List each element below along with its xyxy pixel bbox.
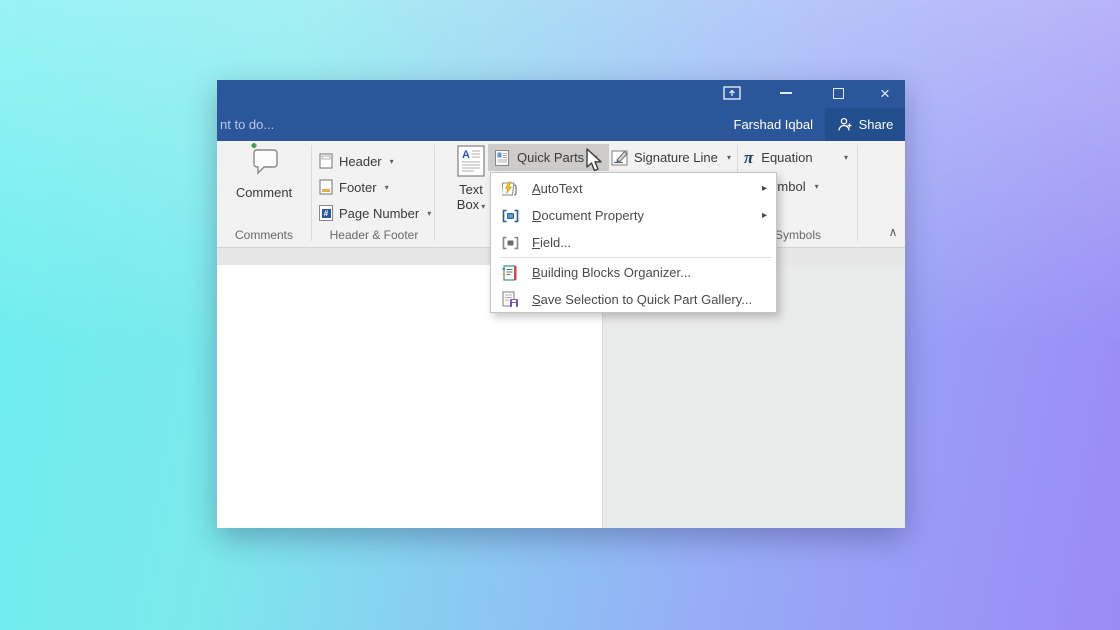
signature-line-button[interactable]: Signature Line ▾ <box>611 144 735 171</box>
menu-item-field[interactable]: Field... <box>491 229 776 256</box>
page-number-button[interactable]: # Page Number ▾ <box>319 201 431 225</box>
menu-label: Building Blocks Organizer... <box>532 265 691 280</box>
ribbon-display-options-icon <box>723 86 741 100</box>
comment-button[interactable]: Comment <box>225 143 303 200</box>
menu-label: Save Selection to Quick Part Gallery... <box>532 292 752 307</box>
menu-item-autotext[interactable]: AutoText ▸ <box>491 175 776 202</box>
document-property-icon <box>499 209 521 223</box>
building-blocks-organizer-icon <box>499 265 521 281</box>
footer-button[interactable]: Footer ▾ <box>319 175 389 199</box>
pi-icon: π <box>744 148 753 168</box>
page-number-label: Page Number <box>339 206 419 221</box>
save-to-gallery-icon <box>499 291 521 308</box>
footer-label: Footer <box>339 180 377 195</box>
menu-item-building-blocks-organizer[interactable]: Building Blocks Organizer... <box>491 259 776 286</box>
titlebar-second-row: nt to do... Farshad Iqbal Share <box>217 108 905 141</box>
chevron-down-icon: ▾ <box>481 202 485 211</box>
header-footer-group-label: Header & Footer <box>313 228 435 242</box>
menu-label: AutoText <box>532 181 583 196</box>
minimize-icon <box>780 92 792 94</box>
header-icon <box>319 153 333 169</box>
window-controls: × <box>704 80 905 106</box>
close-icon: × <box>880 85 890 102</box>
chevron-down-icon: ▾ <box>390 157 394 166</box>
page-number-icon: # <box>319 205 333 221</box>
ribbon-display-options-button[interactable] <box>704 80 760 106</box>
tell-me-search-input[interactable]: nt to do... <box>220 108 274 141</box>
chevron-down-icon: ▾ <box>727 153 731 162</box>
chevron-down-icon: ▾ <box>385 183 389 192</box>
quick-parts-icon <box>494 150 510 166</box>
word-window: × nt to do... Farshad Iqbal Share <box>217 80 905 528</box>
menu-item-save-selection[interactable]: Save Selection to Quick Part Gallery... <box>491 286 776 313</box>
submenu-arrow-icon: ▸ <box>762 183 767 194</box>
group-separator <box>311 145 312 241</box>
equation-label: Equation <box>761 150 812 165</box>
group-separator <box>857 145 858 241</box>
group-separator <box>434 145 435 241</box>
svg-text:A: A <box>462 149 470 161</box>
menu-label: Field... <box>532 235 571 250</box>
mouse-cursor <box>585 148 607 174</box>
header-button[interactable]: Header ▾ <box>319 149 394 173</box>
titlebar: × nt to do... Farshad Iqbal Share <box>217 80 905 141</box>
text-box-icon: A <box>457 145 485 177</box>
chevron-down-icon: ▾ <box>815 182 819 191</box>
footer-icon <box>319 179 333 195</box>
equation-button[interactable]: π Equation ▾ <box>744 144 850 171</box>
text-box-label-line1: Text <box>459 182 483 197</box>
maximize-icon <box>833 88 844 99</box>
hash-glyph: # <box>322 209 331 218</box>
menu-item-document-property[interactable]: Document Property ▸ <box>491 202 776 229</box>
quick-parts-label: Quick Parts <box>517 150 584 165</box>
menu-label: Document Property <box>532 208 644 223</box>
minimize-button[interactable] <box>760 80 812 106</box>
quick-parts-menu: AutoText ▸ Document Property ▸ <box>490 172 777 313</box>
share-person-icon <box>837 117 853 132</box>
maximize-button[interactable] <box>812 80 865 106</box>
field-icon <box>499 236 521 250</box>
chevron-down-icon: ▾ <box>427 209 431 218</box>
menu-separator <box>499 257 772 258</box>
close-button[interactable]: × <box>865 80 905 106</box>
comments-group-label: Comments <box>217 228 311 242</box>
signature-line-icon <box>611 149 629 167</box>
comment-label: Comment <box>236 185 292 200</box>
new-comment-icon <box>248 143 280 179</box>
text-box-label-line2: Box▾ <box>457 197 485 212</box>
share-button[interactable]: Share <box>825 108 905 141</box>
header-label: Header <box>339 154 382 169</box>
desktop-background: × nt to do... Farshad Iqbal Share <box>0 0 1120 630</box>
submenu-arrow-icon: ▸ <box>762 210 767 221</box>
collapse-ribbon-button[interactable]: ∧ <box>881 225 905 239</box>
autotext-icon <box>499 181 521 197</box>
share-label: Share <box>859 117 894 132</box>
signature-line-label: Signature Line <box>634 150 718 165</box>
signed-in-user[interactable]: Farshad Iqbal <box>734 117 814 132</box>
chevron-down-icon: ▾ <box>844 153 848 162</box>
